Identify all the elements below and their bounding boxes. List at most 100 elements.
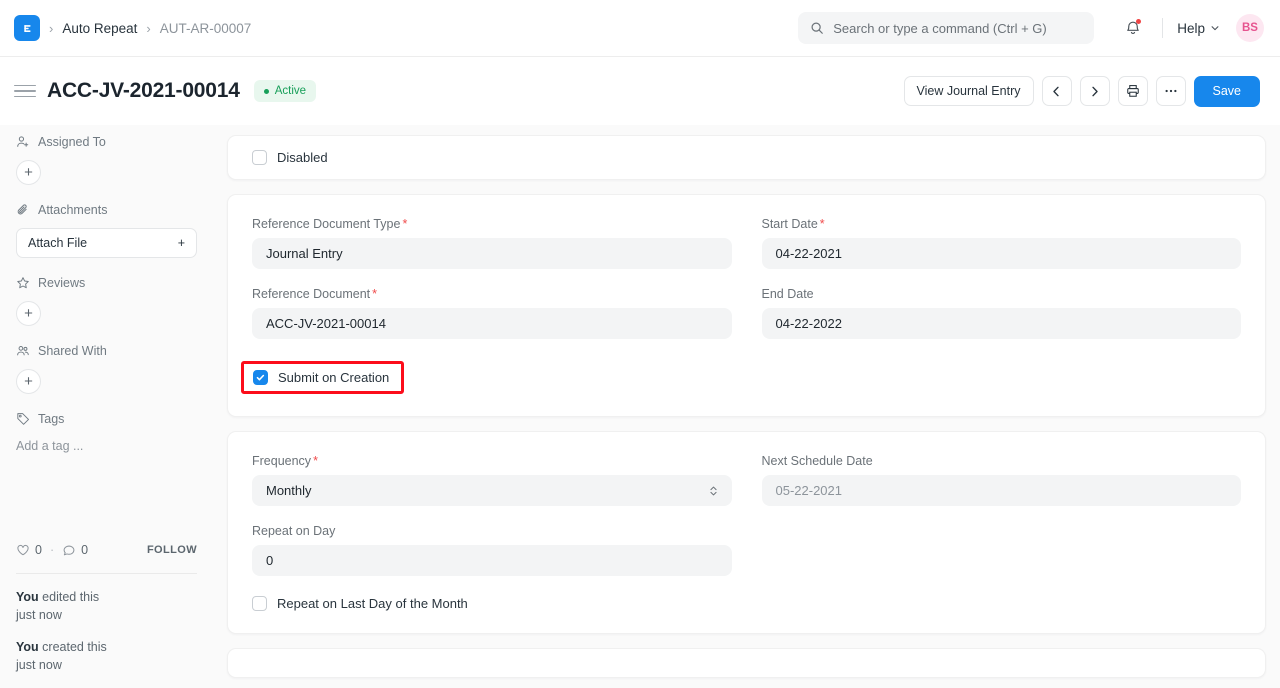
field-start-date: Start Date* 04-22-2021: [762, 217, 1242, 269]
submit-on-creation-highlight: Submit on Creation: [241, 361, 404, 394]
required-marker: *: [402, 217, 407, 231]
end-date-label: End Date: [762, 287, 1242, 301]
frequency-value: Monthly: [266, 483, 312, 498]
follow-button[interactable]: FOLLOW: [147, 544, 197, 556]
sidebar-footer: 0 · 0 FOLLOW You edited this just now Yo…: [16, 543, 197, 688]
next-schedule-date-input: 05-22-2021: [762, 475, 1242, 506]
field-repeat-on-day: Repeat on Day 0: [252, 524, 732, 576]
heart-icon: [16, 543, 30, 557]
paperclip-icon: [16, 203, 30, 217]
end-date-input[interactable]: 04-22-2022: [762, 308, 1242, 339]
card-reference: Reference Document Type* Journal Entry R…: [227, 194, 1266, 417]
disabled-checkbox-row[interactable]: Disabled: [252, 150, 1241, 165]
field-frequency: Frequency* Monthly: [252, 454, 732, 506]
engagement-counts: 0 · 0 FOLLOW: [16, 543, 197, 557]
repeat-on-day-label: Repeat on Day: [252, 524, 732, 538]
activity-actor: You: [16, 590, 39, 604]
attach-file-label: Attach File: [28, 236, 87, 250]
activity-item: You edited this just now: [16, 588, 197, 624]
reference-left-column: Reference Document Type* Journal Entry R…: [252, 217, 732, 394]
prev-document-button[interactable]: [1042, 76, 1072, 106]
printer-icon: [1126, 84, 1140, 98]
page-body: Assigned To + Attachments Attach File +: [0, 125, 1280, 688]
attach-file-button[interactable]: Attach File +: [16, 228, 197, 258]
comment-count: 0: [81, 543, 88, 557]
chevron-updown-icon: [709, 485, 718, 497]
page-title: ACC-JV-2021-00014: [47, 79, 240, 103]
plus-icon: +: [178, 236, 185, 250]
star-icon: [16, 276, 30, 290]
next-schedule-date-label: Next Schedule Date: [762, 454, 1242, 468]
like-count: 0: [35, 543, 42, 557]
reviews-header: Reviews: [16, 276, 197, 290]
help-label: Help: [1177, 21, 1205, 36]
avatar[interactable]: BS: [1236, 14, 1264, 42]
like-button[interactable]: 0: [16, 543, 42, 557]
field-reference-document: Reference Document* ACC-JV-2021-00014: [252, 287, 732, 339]
add-tag-input[interactable]: Add a tag ...: [16, 437, 197, 453]
reference-grid: Reference Document Type* Journal Entry R…: [252, 217, 1241, 394]
sidebar-label: Shared With: [38, 344, 107, 358]
check-icon: [256, 373, 265, 382]
help-menu[interactable]: Help: [1177, 21, 1220, 36]
status-dot-icon: [264, 89, 269, 94]
search-icon: [810, 21, 824, 35]
reference-document-input[interactable]: ACC-JV-2021-00014: [252, 308, 732, 339]
card-frequency: Frequency* Monthly: [227, 431, 1266, 634]
disabled-checkbox[interactable]: [252, 150, 267, 165]
hamburger-icon[interactable]: [14, 85, 36, 98]
label-text: Frequency: [252, 454, 311, 468]
field-next-schedule-date: Next Schedule Date 05-22-2021: [762, 454, 1242, 506]
sidebar: Assigned To + Attachments Attach File +: [0, 125, 213, 688]
save-button[interactable]: Save: [1194, 76, 1261, 107]
tag-icon: [16, 412, 30, 426]
navbar: › Auto Repeat › AUT-AR-00007 Search or t…: [0, 0, 1280, 57]
activity-text: edited this: [39, 590, 99, 604]
add-review-button[interactable]: +: [16, 301, 41, 326]
frequency-select[interactable]: Monthly: [252, 475, 732, 506]
card-disabled: Disabled: [227, 135, 1266, 180]
breadcrumb-auto-repeat[interactable]: Auto Repeat: [62, 21, 137, 36]
shared-with-header: Shared With: [16, 344, 197, 358]
reference-right-column: Start Date* 04-22-2021 End Date 04-22-20…: [762, 217, 1242, 394]
erpnext-logo-icon[interactable]: [14, 15, 40, 41]
activity-item: You created this just now: [16, 638, 197, 674]
notifications-button[interactable]: [1118, 13, 1148, 43]
comment-button[interactable]: 0: [62, 543, 88, 557]
print-button[interactable]: [1118, 76, 1148, 106]
users-icon: [16, 344, 30, 358]
sidebar-section-assigned-to: Assigned To +: [16, 135, 197, 185]
tags-header: Tags: [16, 412, 197, 426]
sidebar-label: Assigned To: [38, 135, 106, 149]
search-input[interactable]: Search or type a command (Ctrl + G): [798, 12, 1094, 44]
submit-on-creation-checkbox[interactable]: [253, 370, 268, 385]
add-share-button[interactable]: +: [16, 369, 41, 394]
repeat-on-day-input[interactable]: 0: [252, 545, 732, 576]
repeat-last-day-row[interactable]: Repeat on Last Day of the Month: [252, 596, 732, 611]
reference-document-type-input[interactable]: Journal Entry: [252, 238, 732, 269]
frequency-left-column: Frequency* Monthly: [252, 454, 732, 611]
activity-time: just now: [16, 606, 197, 624]
more-options-button[interactable]: [1156, 76, 1186, 106]
breadcrumb-separator: ›: [49, 21, 53, 36]
required-marker: *: [372, 287, 377, 301]
chevron-left-icon: [1050, 85, 1063, 98]
start-date-input[interactable]: 04-22-2021: [762, 238, 1242, 269]
user-plus-icon: [16, 135, 30, 149]
counts-separator: ·: [50, 543, 54, 557]
next-document-button[interactable]: [1080, 76, 1110, 106]
comment-icon: [62, 543, 76, 557]
card-next-section-partial: [227, 648, 1266, 678]
start-date-label: Start Date*: [762, 217, 1242, 231]
repeat-last-day-checkbox[interactable]: [252, 596, 267, 611]
sidebar-label: Reviews: [38, 276, 85, 290]
sidebar-section-attachments: Attachments Attach File +: [16, 203, 197, 258]
add-assignment-button[interactable]: +: [16, 160, 41, 185]
field-reference-document-type: Reference Document Type* Journal Entry: [252, 217, 732, 269]
sidebar-section-shared-with: Shared With +: [16, 344, 197, 394]
ellipsis-icon: [1164, 89, 1178, 93]
submit-on-creation-row[interactable]: Submit on Creation: [253, 370, 389, 385]
repeat-last-day-label: Repeat on Last Day of the Month: [277, 596, 468, 611]
sidebar-label: Tags: [38, 412, 64, 426]
view-journal-entry-button[interactable]: View Journal Entry: [904, 76, 1034, 106]
